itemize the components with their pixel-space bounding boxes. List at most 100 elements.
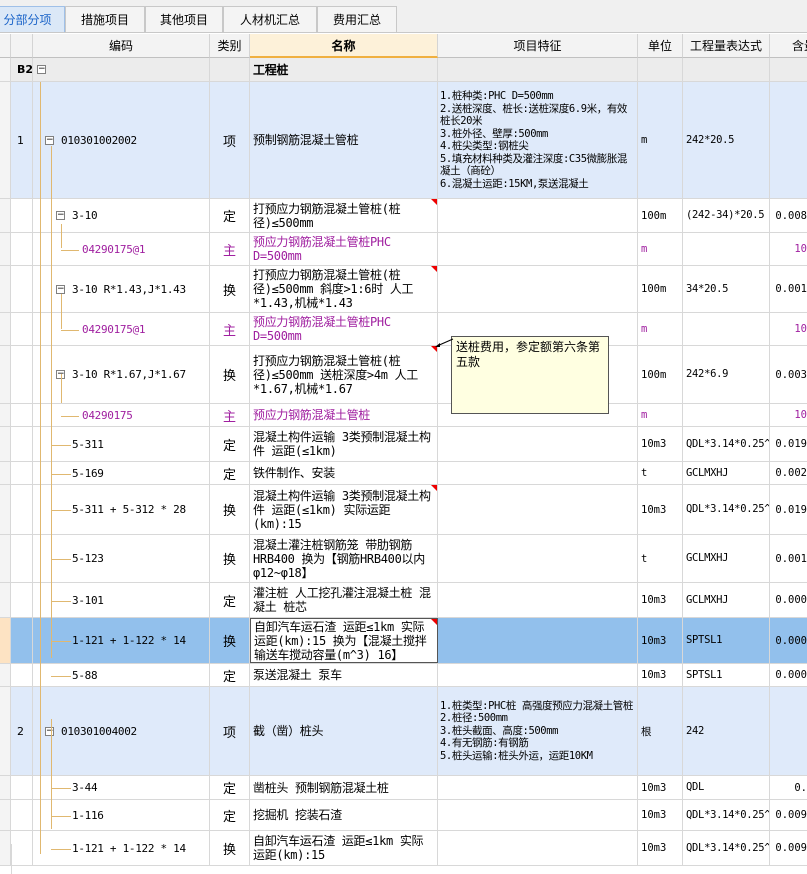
code-cell[interactable]: 5-311 + 5-312 * 28 [33, 485, 210, 534]
item-name[interactable]: 预应力钢筋混凝土管桩PHC D=500mm [250, 233, 438, 265]
header-type[interactable]: 类别 [210, 34, 250, 58]
code-cell[interactable]: 3-101 [33, 583, 210, 617]
row-selector[interactable] [0, 485, 11, 534]
header-expr[interactable]: 工程量表达式 [683, 34, 770, 58]
item-unit[interactable]: 10m3 [638, 664, 683, 686]
table-row[interactable]: −3-10 R*1.43,J*1.43 换打预应力钢筋混凝土管桩(桩径)≤500m… [0, 266, 807, 313]
item-content-qty[interactable]: 10 [770, 233, 807, 265]
item-name[interactable]: 打预应力钢筋混凝土管桩(桩径)≤500mm [250, 199, 438, 232]
item-unit[interactable]: m [638, 233, 683, 265]
code-cell[interactable]: −010301002002 [33, 82, 210, 198]
item-unit[interactable]: 根 [638, 687, 683, 775]
section-code-cell[interactable]: − [33, 58, 210, 81]
item-unit[interactable]: m [638, 82, 683, 198]
item-quantity-expression[interactable]: SPTSL1 [683, 618, 770, 663]
item-quantity-expression[interactable]: 242 [683, 687, 770, 775]
item-unit[interactable]: 10m3 [638, 485, 683, 534]
item-unit[interactable]: m [638, 404, 683, 426]
item-unit[interactable]: 10m3 [638, 427, 683, 461]
item-content-qty[interactable]: 0.001 [770, 535, 807, 582]
collapse-toggle-icon[interactable]: − [56, 284, 65, 294]
item-name[interactable]: 挖掘机 挖装石渣 [250, 800, 438, 830]
item-feature[interactable] [438, 618, 638, 663]
table-row[interactable]: 5-123 换混凝土灌注桩钢筋笼 带肋钢筋HRB400 换为【钢筋HRB400以内… [0, 535, 807, 583]
code-cell[interactable]: 04290175@1 [33, 313, 210, 345]
table-row[interactable]: 2−010301004002 项截（凿）桩头 1.桩类型:PHC桩 高强度预应力混凝… [0, 687, 807, 776]
row-selector[interactable] [0, 664, 11, 686]
item-unit[interactable]: 10m3 [638, 831, 683, 865]
item-unit[interactable]: 10m3 [638, 583, 683, 617]
item-content-qty[interactable]: 0.019 [770, 485, 807, 534]
item-name[interactable]: 混凝土灌注桩钢筋笼 带肋钢筋HRB400 换为【钢筋HRB400以内φ12~φ1… [250, 535, 438, 582]
item-quantity-expression[interactable]: QDL [683, 776, 770, 799]
item-quantity-expression[interactable]: QDL*3.14*0.25^2*0.5 [683, 800, 770, 830]
code-cell[interactable]: 1-121 + 1-122 * 14 [33, 618, 210, 663]
item-name[interactable]: 自卸汽车运石渣 运距≤1km 实际运距(km):15 [250, 831, 438, 865]
row-selector[interactable] [0, 618, 11, 663]
item-content-qty[interactable]: 0.000 [770, 583, 807, 617]
header-qty[interactable]: 含量 [770, 34, 807, 58]
item-content-qty[interactable]: 0.003 [770, 346, 807, 403]
item-content-qty[interactable]: 0.000 [770, 618, 807, 663]
item-unit[interactable]: 10m3 [638, 800, 683, 830]
item-quantity-expression[interactable]: 242*6.9 [683, 346, 770, 403]
item-name[interactable]: 打预应力钢筋混凝土管桩(桩径)≤500mm 送桩深度>4m 人工*1.67,机械… [250, 346, 438, 403]
code-cell[interactable]: 04290175@1 [33, 233, 210, 265]
tab-qitaxiangmu[interactable]: 其他项目 [145, 6, 223, 32]
row-selector[interactable] [0, 404, 11, 426]
header-feature[interactable]: 项目特征 [438, 34, 638, 58]
section-name[interactable]: 工程桩 [250, 58, 438, 81]
row-selector[interactable] [0, 462, 11, 484]
item-name[interactable]: 截（凿）桩头 [250, 687, 438, 775]
tab-feiyong-huizong[interactable]: 费用汇总 [317, 6, 397, 32]
tab-rencaiji-huizong[interactable]: 人材机汇总 [223, 6, 317, 32]
item-unit[interactable]: 100m [638, 266, 683, 312]
code-cell[interactable]: −3-10 R*1.43,J*1.43 [33, 266, 210, 312]
item-content-qty[interactable]: 0. [770, 776, 807, 799]
row-selector[interactable] [0, 583, 11, 617]
item-feature[interactable] [438, 583, 638, 617]
table-row[interactable]: 3-101 定灌注桩 人工挖孔灌注混凝土桩 混凝土 桩芯 10m3 GCLMXHJ 0.… [0, 583, 807, 618]
item-feature[interactable] [438, 800, 638, 830]
code-cell[interactable]: 5-169 [33, 462, 210, 484]
item-unit[interactable]: t [638, 462, 683, 484]
item-content-qty[interactable]: 0.008 [770, 199, 807, 232]
row-selector[interactable] [0, 687, 11, 775]
row-selector[interactable] [0, 266, 11, 312]
item-quantity-expression[interactable]: GCLMXHJ [683, 535, 770, 582]
item-feature[interactable] [438, 233, 638, 265]
item-content-qty[interactable]: 10 [770, 404, 807, 426]
code-cell[interactable]: 1-116 [33, 800, 210, 830]
item-content-qty[interactable]: 0.009 [770, 831, 807, 865]
item-name[interactable]: 打预应力钢筋混凝土管桩(桩径)≤500mm 斜度>1:6时 人工*1.43,机械… [250, 266, 438, 312]
item-feature[interactable] [438, 535, 638, 582]
item-feature[interactable]: 1.桩种类:PHC D=500mm 2.送桩深度、桩长:送桩深度6.9米，有效桩… [438, 82, 638, 198]
item-name[interactable]: 凿桩头 预制钢筋混凝土桩 [250, 776, 438, 799]
table-row[interactable]: −3-10 R*1.67,J*1.67 换打预应力钢筋混凝土管桩(桩径)≤500m… [0, 346, 807, 404]
row-selector[interactable] [0, 199, 11, 232]
header-name[interactable]: 名称 [250, 34, 438, 58]
row-selector[interactable] [0, 800, 11, 830]
table-row[interactable]: 1−010301002002 项预制钢筋混凝土管桩 1.桩种类:PHC D=500m… [0, 82, 807, 199]
row-selector[interactable] [0, 535, 11, 582]
row-selector[interactable] [0, 831, 11, 865]
item-feature[interactable] [438, 266, 638, 312]
item-feature[interactable]: 1.桩类型:PHC桩 高强度预应力混凝土管桩 2.桩径:500mm 3.桩头截面… [438, 687, 638, 775]
item-quantity-expression[interactable]: QDL*3.14*0.25^2 [683, 485, 770, 534]
item-quantity-expression[interactable] [683, 404, 770, 426]
collapse-toggle-icon[interactable]: − [37, 65, 46, 74]
code-cell[interactable]: −3-10 R*1.67,J*1.67 [33, 346, 210, 403]
item-unit[interactable]: 100m [638, 346, 683, 403]
code-cell[interactable]: 1-121 + 1-122 * 14 [33, 831, 210, 865]
item-content-qty[interactable]: 0.001 [770, 266, 807, 312]
item-quantity-expression[interactable]: SPTSL1 [683, 664, 770, 686]
table-row[interactable]: 3-44 定凿桩头 预制钢筋混凝土桩 10m3 QDL 0. [0, 776, 807, 800]
section-row[interactable]: B2 − 工程桩 [0, 58, 807, 82]
item-name[interactable]: 自卸汽车运石渣 运距≤1km 实际运距(km):15 换为【混凝土搅拌输送车搅动… [250, 618, 438, 663]
item-unit[interactable]: 10m3 [638, 776, 683, 799]
item-quantity-expression[interactable]: 34*20.5 [683, 266, 770, 312]
row-selector[interactable] [0, 233, 11, 265]
item-feature[interactable] [438, 485, 638, 534]
code-cell[interactable]: 5-123 [33, 535, 210, 582]
table-row[interactable]: 5-88 定泵送混凝土 泵车 10m3 SPTSL1 0.000 [0, 664, 807, 687]
